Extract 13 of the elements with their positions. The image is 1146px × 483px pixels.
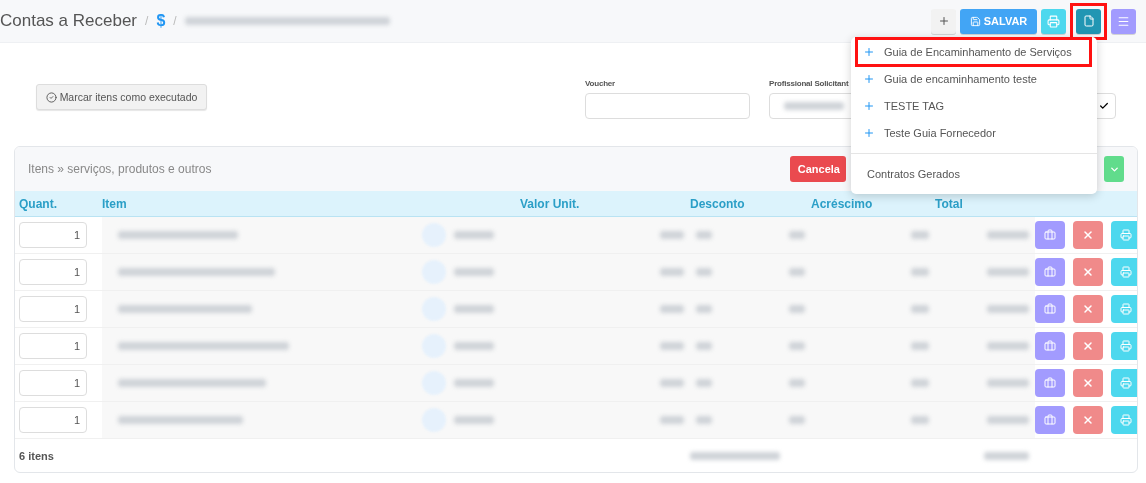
- item-count: 6 itens: [19, 449, 55, 462]
- column-header: Acréscimo: [811, 196, 874, 211]
- column-header: Quant.: [19, 196, 58, 211]
- column-header: Valor Unit.: [520, 196, 581, 211]
- field-label: Profissional Solicitant: [769, 79, 849, 88]
- breadcrumb-separator: /: [145, 14, 149, 28]
- card-title: Itens » serviços, produtos e outros: [28, 162, 213, 176]
- field-label: Voucher: [585, 79, 615, 88]
- page-title: Contas a Receber: [0, 11, 138, 31]
- breadcrumb-separator: /: [173, 14, 177, 28]
- column-header: Item: [102, 196, 128, 211]
- column-header: Desconto: [690, 196, 746, 211]
- column-header: Total: [935, 196, 964, 211]
